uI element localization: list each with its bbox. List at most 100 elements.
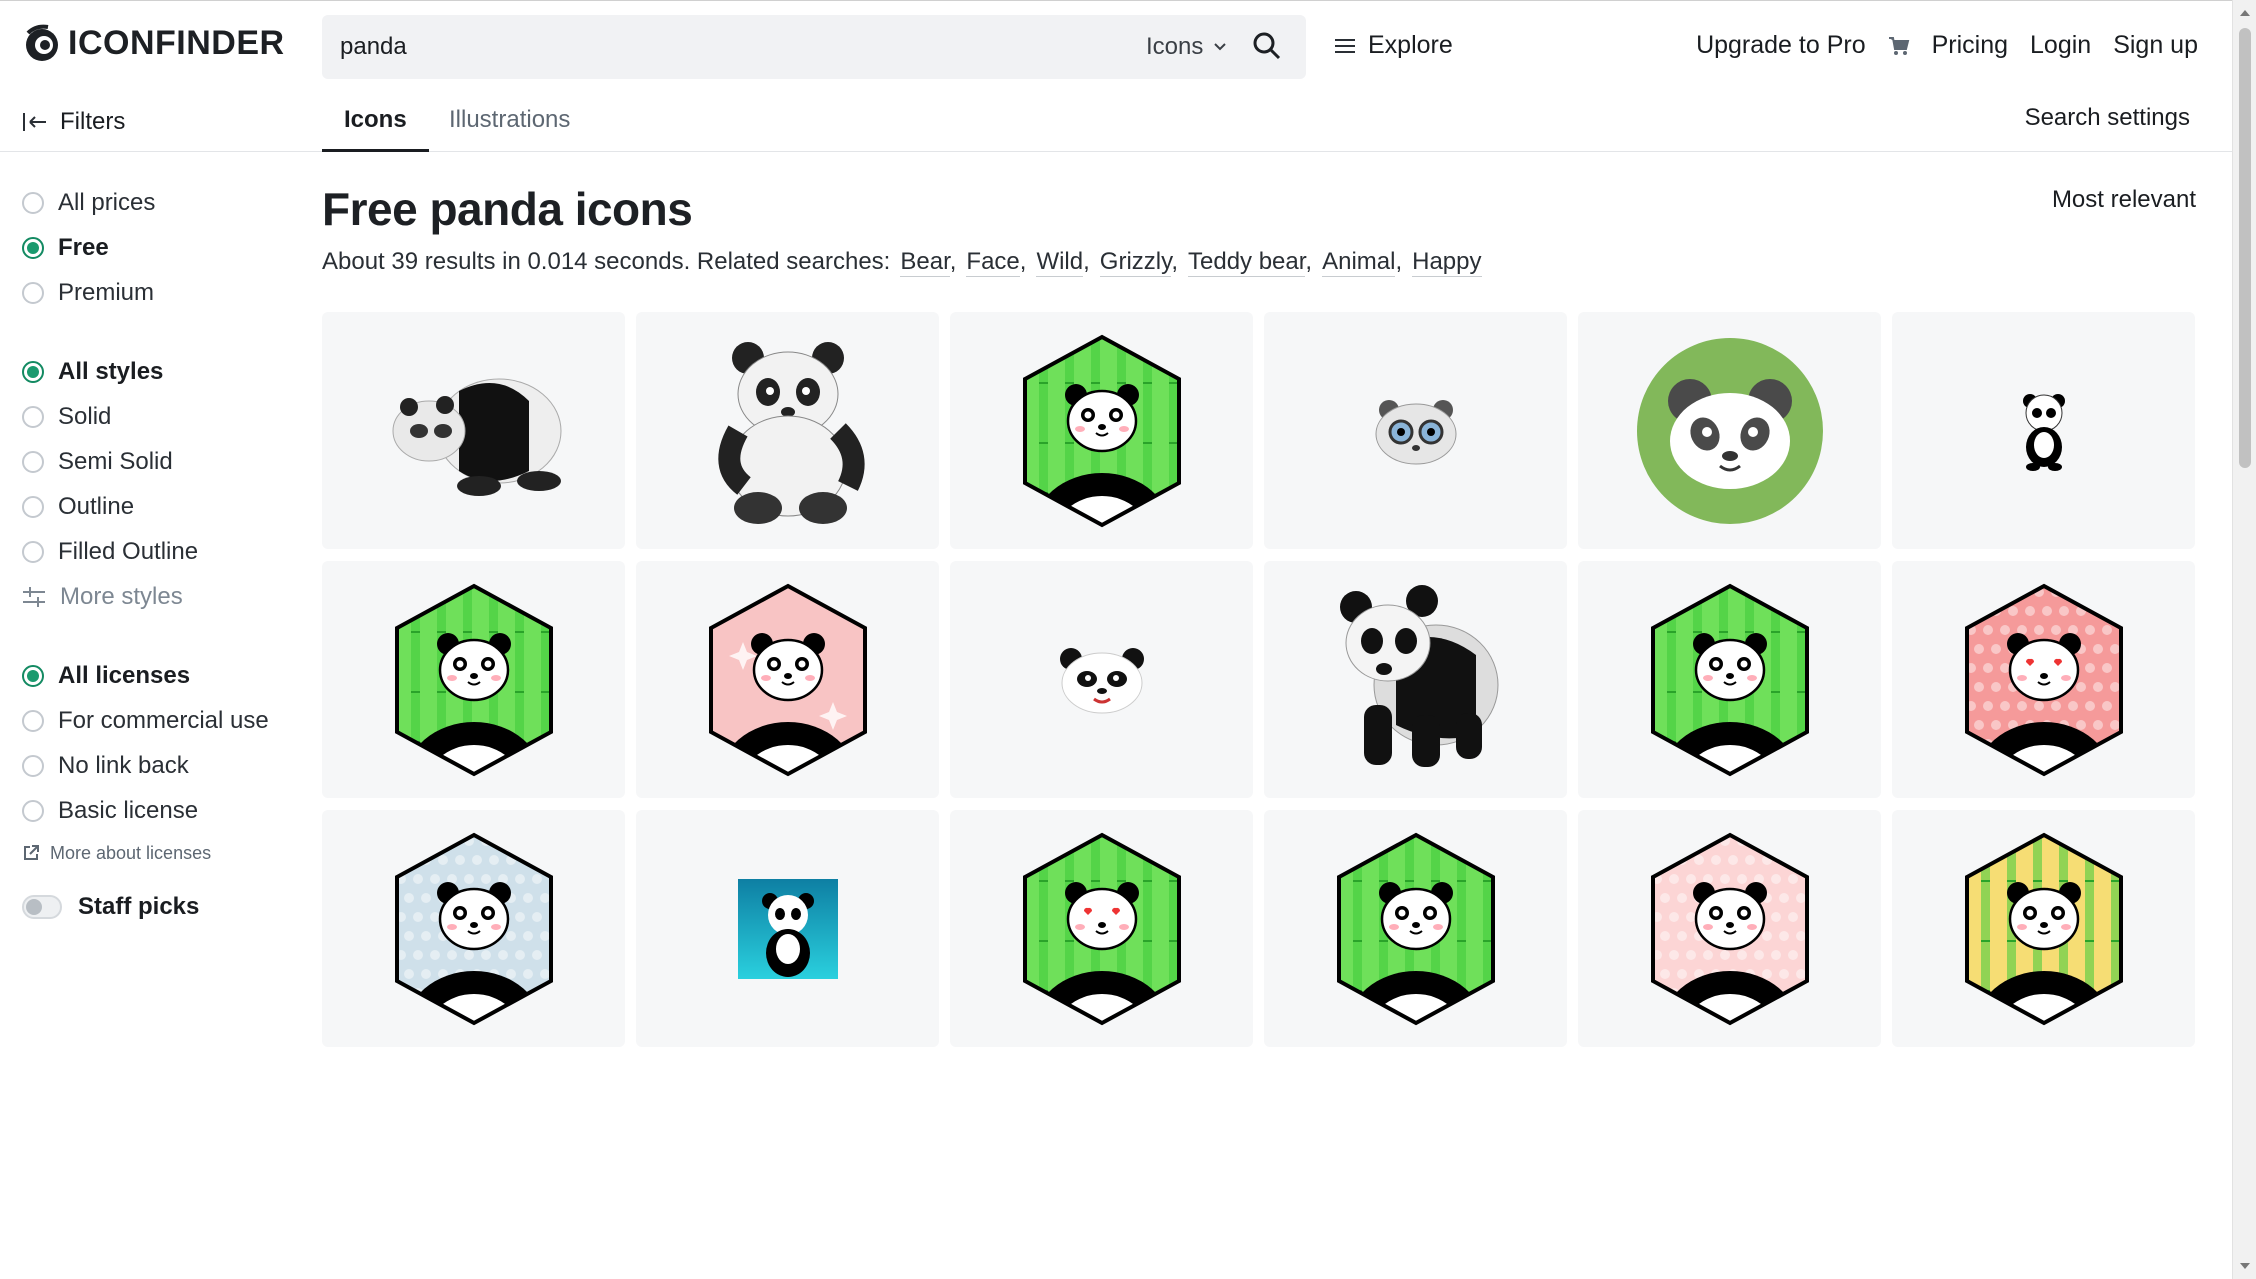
filters-toggle[interactable]: Filters: [22, 108, 125, 136]
search-type-label: Icons: [1146, 33, 1204, 60]
signup-link[interactable]: Sign up: [2113, 31, 2198, 60]
more-styles-label: More styles: [60, 582, 183, 610]
explore-menu[interactable]: Explore: [1334, 31, 1453, 60]
panda-icon: [1022, 334, 1181, 527]
icon-result-card[interactable]: [322, 561, 625, 798]
panda-icon: [394, 832, 553, 1025]
scroll-up-arrow[interactable]: [2240, 10, 2250, 16]
license-option-label: Basic license: [58, 796, 199, 824]
style-option-semi-solid[interactable]: Semi Solid: [22, 439, 292, 484]
icon-result-card[interactable]: [1892, 810, 2195, 1047]
panda-icon: [1964, 583, 2123, 776]
license-option-label: All licenses: [58, 661, 191, 689]
icon-result-card[interactable]: [322, 312, 625, 549]
page-title: Free panda icons: [322, 183, 693, 235]
panda-icon: [1339, 584, 1498, 767]
scroll-thumb[interactable]: [2239, 28, 2251, 468]
icon-result-card[interactable]: [1264, 312, 1567, 549]
icon-grid: [322, 312, 2195, 1047]
radio-button: [22, 281, 44, 304]
tab-icons[interactable]: Icons: [322, 106, 429, 152]
related-search-link[interactable]: Bear,: [900, 248, 956, 277]
radio-button-checked: [22, 664, 44, 687]
radio-button-checked: [22, 360, 44, 383]
style-filter: All styles Solid Semi Solid Outline Fill…: [22, 349, 292, 619]
pricing-link[interactable]: Pricing: [1932, 31, 2008, 60]
panda-icon: [708, 583, 867, 776]
license-option-commercial[interactable]: For commercial use: [22, 698, 292, 743]
more-about-licenses-link[interactable]: More about licenses: [22, 833, 292, 873]
search-bar: Icons: [322, 15, 1306, 79]
results-summary: About 39 results in 0.014 seconds. Relat…: [322, 248, 1482, 277]
filters-label: Filters: [60, 108, 126, 135]
sort-dropdown[interactable]: Most relevant: [2052, 186, 2196, 214]
price-option-free[interactable]: Free: [22, 225, 292, 270]
icon-result-card[interactable]: [322, 810, 625, 1047]
radio-button: [22, 191, 44, 214]
panda-icon: [1650, 832, 1809, 1025]
search-type-dropdown[interactable]: Icons: [1146, 33, 1227, 61]
logo[interactable]: ICONFINDER: [22, 23, 285, 63]
style-option-solid[interactable]: Solid: [22, 394, 292, 439]
price-filter: All prices Free Premium: [22, 180, 292, 315]
license-option-no-link-back[interactable]: No link back: [22, 743, 292, 788]
icon-result-card[interactable]: [950, 810, 1253, 1047]
chevron-down-icon: [1214, 43, 1227, 51]
radio-button: [22, 405, 44, 428]
related-search-link[interactable]: Wild,: [1036, 248, 1090, 277]
icon-result-card[interactable]: [636, 561, 939, 798]
panda-icon: [392, 378, 561, 496]
icon-result-card[interactable]: [1264, 810, 1567, 1047]
icon-result-card[interactable]: [1892, 561, 2195, 798]
upgrade-link[interactable]: Upgrade to Pro: [1696, 31, 1866, 60]
results-count-text: About 39 results in 0.014 seconds. Relat…: [322, 248, 891, 275]
icon-result-card[interactable]: [1578, 312, 1881, 549]
style-option-all[interactable]: All styles: [22, 349, 292, 394]
icon-result-card[interactable]: [636, 810, 939, 1047]
search-button[interactable]: [1252, 31, 1282, 66]
price-option-label: Premium: [58, 278, 155, 306]
panda-icon: [1336, 832, 1495, 1025]
icon-result-card[interactable]: [1578, 561, 1881, 798]
search-settings-button[interactable]: Search settings: [2025, 104, 2190, 132]
radio-button: [22, 799, 44, 822]
staff-picks-toggle[interactable]: Staff picks: [22, 893, 292, 921]
related-search-link[interactable]: Teddy bear,: [1188, 248, 1312, 277]
panda-icon: [737, 878, 838, 979]
radio-button: [22, 540, 44, 563]
toggle-switch[interactable]: [22, 895, 62, 919]
cart-icon[interactable]: [1888, 35, 1910, 57]
license-option-label: No link back: [58, 751, 189, 779]
style-option-filled-outline[interactable]: Filled Outline: [22, 529, 292, 574]
icon-result-card[interactable]: [636, 312, 939, 549]
style-option-label: Outline: [58, 492, 135, 520]
search-input[interactable]: [340, 15, 1040, 79]
icon-result-card[interactable]: [1578, 810, 1881, 1047]
style-option-outline[interactable]: Outline: [22, 484, 292, 529]
radio-button: [22, 709, 44, 732]
related-search-link[interactable]: Happy: [1412, 248, 1482, 277]
more-styles-button[interactable]: More styles: [22, 574, 292, 619]
license-option-basic[interactable]: Basic license: [22, 788, 292, 833]
panda-icon: [1964, 832, 2123, 1025]
related-search-link[interactable]: Grizzly,: [1099, 248, 1178, 277]
price-option-all[interactable]: All prices: [22, 180, 292, 225]
icon-result-card[interactable]: [950, 561, 1253, 798]
license-option-all[interactable]: All licenses: [22, 653, 292, 698]
scroll-down-arrow[interactable]: [2240, 1263, 2250, 1269]
price-option-premium[interactable]: Premium: [22, 270, 292, 315]
related-search-link[interactable]: Animal,: [1322, 248, 1402, 277]
tabs-row: Filters Icons Illustrations Search setti…: [0, 92, 2232, 152]
icon-result-card[interactable]: [950, 312, 1253, 549]
related-search-link[interactable]: Face,: [966, 248, 1026, 277]
icon-result-card[interactable]: [1264, 561, 1567, 798]
icon-result-card[interactable]: [1892, 312, 2195, 549]
price-option-label: Free: [58, 233, 109, 261]
page-scrollbar[interactable]: [2232, 0, 2256, 1279]
logo-text: ICONFINDER: [68, 23, 285, 62]
tab-illustrations[interactable]: Illustrations: [427, 106, 592, 152]
style-option-label: Solid: [58, 402, 112, 430]
license-filter: All licenses For commercial use No link …: [22, 653, 292, 873]
more-about-licenses-label: More about licenses: [50, 842, 212, 863]
login-link[interactable]: Login: [2030, 31, 2091, 60]
